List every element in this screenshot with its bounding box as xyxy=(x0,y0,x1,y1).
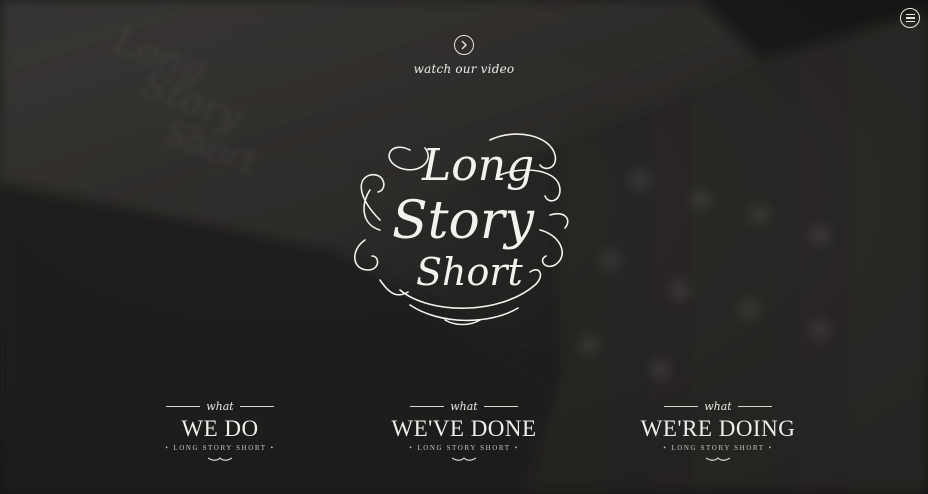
section-what-weve-done[interactable]: what WE'VE DONE • LONG STORY SHORT • xyxy=(374,398,554,462)
section-title: WE'VE DONE xyxy=(391,416,537,441)
divider xyxy=(737,405,772,407)
divider xyxy=(410,405,445,407)
section-subtitle: LONG STORY SHORT xyxy=(671,444,765,452)
play-video-button[interactable] xyxy=(454,35,474,55)
svg-text:Story: Story xyxy=(136,62,249,139)
section-heading-row: what xyxy=(138,398,302,414)
flourish-icon xyxy=(705,457,731,461)
section-subtitle-row: • LONG STORY SHORT • xyxy=(663,444,773,452)
logo-line-long: Long xyxy=(421,140,534,191)
flourish-icon xyxy=(451,457,477,461)
hamburger-line xyxy=(905,20,915,23)
logo-line-story: Story xyxy=(392,191,535,251)
section-subtitle: LONG STORY SHORT xyxy=(173,444,267,452)
section-title: WE DO xyxy=(181,416,259,441)
svg-text:Short: Short xyxy=(159,113,263,183)
menu-button[interactable] xyxy=(900,8,920,28)
divider xyxy=(664,405,699,407)
hamburger-line xyxy=(905,17,915,19)
hero-stage: Long Story Short watch our video Long St… xyxy=(0,0,928,494)
divider xyxy=(239,405,274,407)
divider xyxy=(166,405,201,407)
long-story-short-logo: Long Story Short xyxy=(354,133,569,326)
hamburger-menu-icon xyxy=(905,13,915,16)
section-kicker: what xyxy=(704,399,732,413)
section-kicker: what xyxy=(450,399,478,413)
flourish-icon xyxy=(207,457,233,461)
section-heading-row: what xyxy=(374,398,554,414)
section-subtitle-row: • LONG STORY SHORT • xyxy=(165,444,275,452)
chevron-right-icon xyxy=(461,40,467,50)
section-subtitle: LONG STORY SHORT xyxy=(417,444,511,452)
divider xyxy=(483,405,518,407)
section-title: WE'RE DOING xyxy=(640,416,796,441)
section-what-were-doing[interactable]: what WE'RE DOING • LONG STORY SHORT • xyxy=(620,398,816,462)
section-subtitle-row: • LONG STORY SHORT • xyxy=(409,444,519,452)
watch-video-link[interactable]: watch our video xyxy=(364,62,564,76)
section-heading-row: what xyxy=(620,398,816,414)
logo-line-short: Short xyxy=(416,250,524,294)
svg-text:Long: Long xyxy=(106,17,213,92)
section-what-we-do[interactable]: what WE DO • LONG STORY SHORT • xyxy=(138,398,302,462)
section-kicker: what xyxy=(206,399,234,413)
